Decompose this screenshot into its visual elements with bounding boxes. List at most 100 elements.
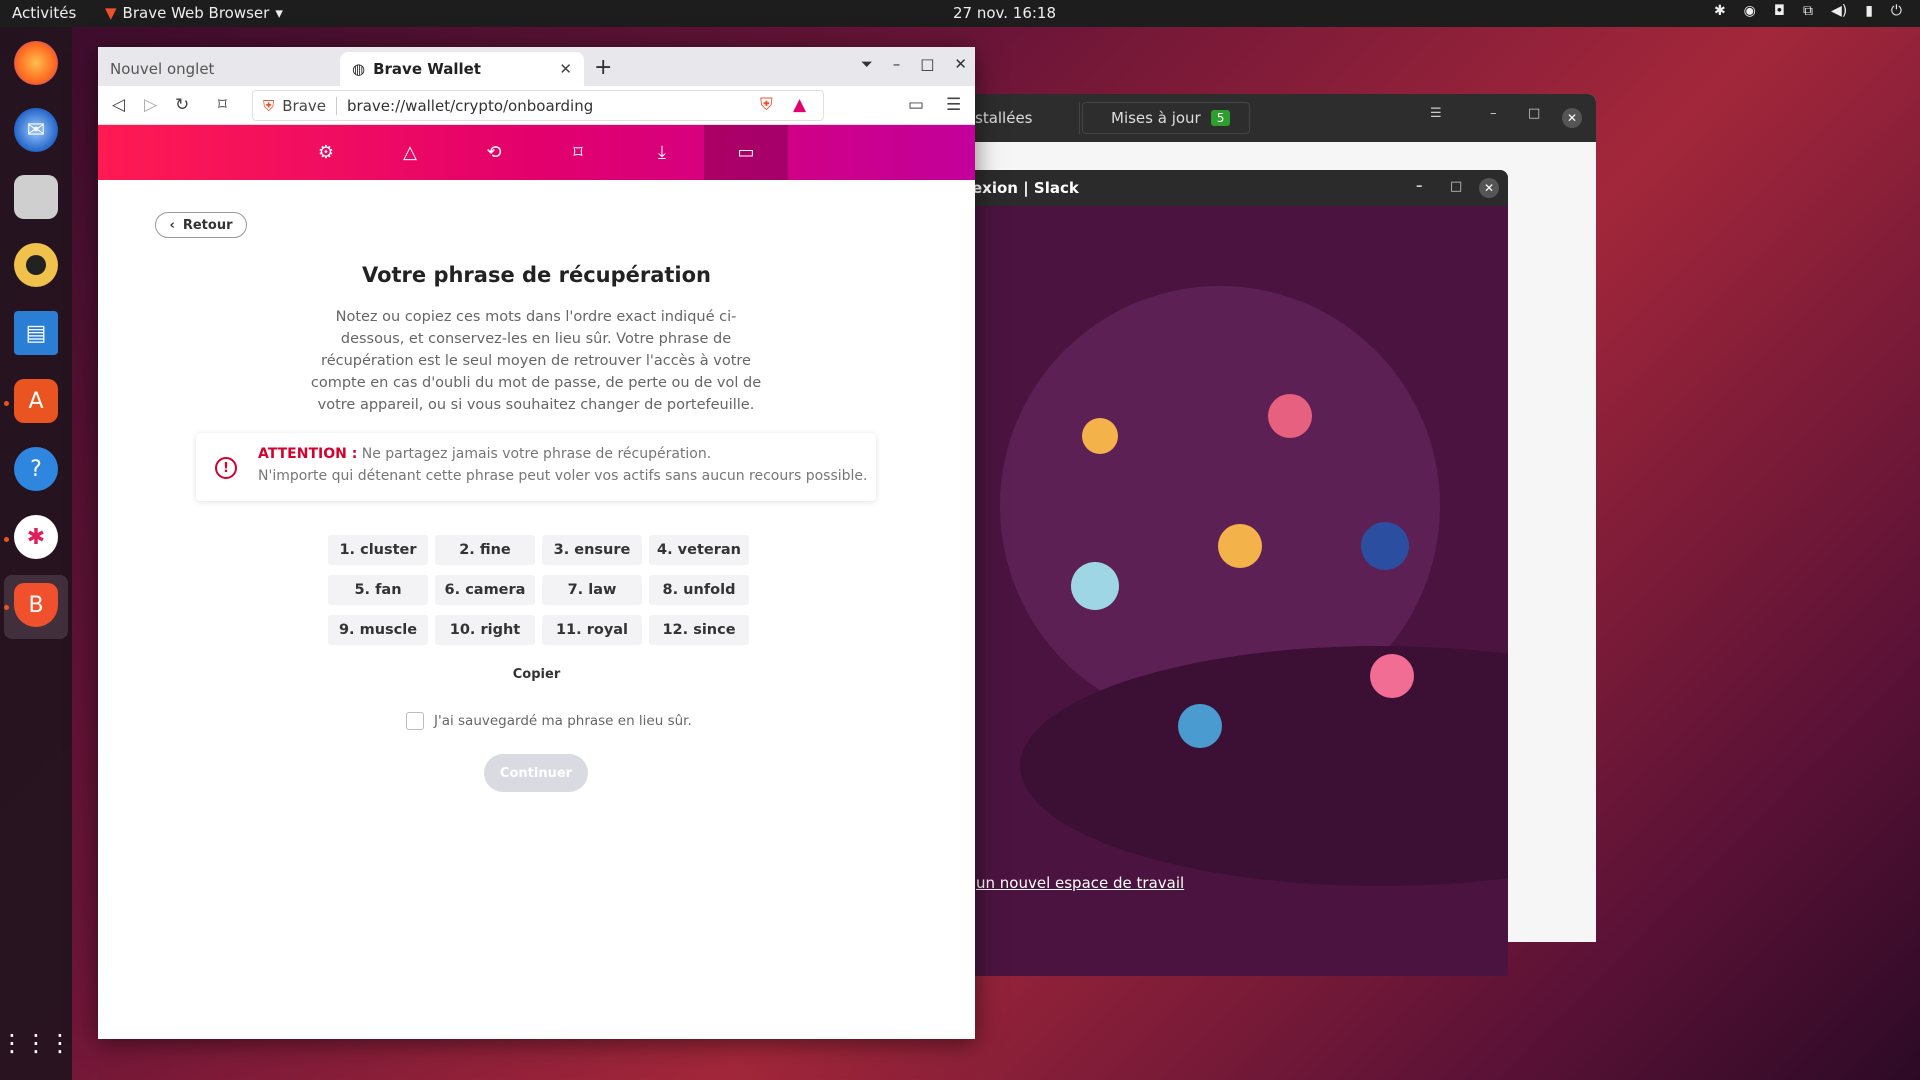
page-title: Votre phrase de récupération (361, 263, 712, 287)
slack-icon[interactable]: ✱ (14, 515, 58, 559)
history-icon[interactable]: ⟲ (452, 125, 536, 180)
main-menu-icon[interactable]: ☰ (946, 95, 961, 115)
new-workspace-link[interactable]: un nouvel espace de travail (976, 874, 1184, 892)
recovery-word: 5. fan (328, 575, 428, 605)
network-icon[interactable]: ⧉ (1803, 3, 1813, 19)
maximize-icon[interactable]: □ (1528, 106, 1540, 121)
close-icon[interactable]: ✕ (1562, 108, 1582, 128)
system-tray[interactable]: ✱ ◉ ◘ ⧉ ◀) ▮ ⏻ (1714, 3, 1902, 19)
back-button[interactable]: ‹ Retour (155, 212, 247, 238)
forward-icon[interactable]: ▷ (144, 95, 157, 115)
recovery-word: 12. since (649, 615, 749, 645)
page-description: Notez ou copiez ces mots dans l'ordre ex… (310, 309, 762, 413)
slack-tray-icon[interactable]: ✱ (1714, 3, 1726, 19)
confirm-checkbox[interactable] (406, 712, 424, 730)
warning-line-2: N'importe qui détenant cette phrase peut… (258, 468, 868, 484)
thunderbird-icon[interactable]: ✉ (14, 108, 58, 152)
clock[interactable]: 27 nov. 16:18 (953, 4, 1056, 22)
confirm-label: J'ai sauvegardé ma phrase en lieu sûr. (434, 713, 692, 729)
running-indicator (4, 537, 9, 542)
tab-updates-label: Mises à jour (1111, 109, 1201, 127)
brave-lion-icon: ▼ (105, 4, 117, 22)
rhythmbox-icon[interactable] (14, 243, 58, 287)
slack-window: exion | Slack – □ ✕ un nouvel espace de … (960, 170, 1508, 976)
minimize-icon[interactable]: – (893, 55, 901, 73)
brave-shield-icon: ⛨ (263, 96, 275, 115)
recovery-word: 3. ensure (542, 535, 642, 565)
close-icon[interactable]: ✕ (954, 55, 967, 73)
recovery-word: 2. fine (435, 535, 535, 565)
wallet-toolbar-icon[interactable]: ▭ (908, 95, 924, 115)
running-indicator (4, 605, 9, 610)
confirm-row[interactable]: J'ai sauvegardé ma phrase en lieu sûr. (406, 712, 692, 730)
chevron-left-icon: ‹ (169, 217, 175, 233)
minimize-icon[interactable]: – (1490, 106, 1497, 121)
reload-icon[interactable]: ↻ (175, 95, 189, 115)
alert-icon: ! (215, 457, 237, 479)
tab-strip: Nouvel onglet ◍ Brave Wallet ✕ + ⏷ – □ ✕ (98, 47, 975, 86)
app-menu-label: Brave Web Browser (122, 4, 270, 22)
tab-search-icon[interactable]: ⏷ (861, 55, 873, 73)
recovery-word: 1. cluster (328, 535, 428, 565)
settings-icon[interactable]: ⚙ (284, 125, 368, 180)
chat-tray-icon[interactable]: ◘ (1774, 3, 1785, 19)
maximize-icon[interactable]: □ (920, 55, 934, 73)
menu-icon[interactable]: ☰ (1430, 106, 1442, 121)
brave-shields-icon[interactable]: ⛨ (760, 95, 773, 115)
firefox-icon[interactable] (14, 41, 58, 85)
bookmark-icon[interactable]: ⌑ (218, 95, 227, 115)
globe-icon: ◍ (352, 60, 366, 78)
wallet-nav-bar: ⚙ △ ⟲ ⌑ ⤓ ▭ (98, 125, 975, 180)
updates-count-badge: 5 (1210, 110, 1231, 126)
tab-updates[interactable]: Mises à jour 5 (1082, 102, 1250, 134)
help-icon[interactable]: ? (14, 447, 58, 491)
downloads-icon[interactable]: ⤓ (620, 125, 704, 180)
tab-new-tab[interactable]: Nouvel onglet (98, 52, 340, 86)
window-controls: ⏷ – □ ✕ (861, 55, 967, 73)
apps-grid-icon[interactable]: ⋮⋮⋮ (0, 1021, 72, 1065)
tab-title: Brave Wallet (373, 60, 481, 78)
slack-titlebar: exion | Slack – □ ✕ (960, 170, 1508, 206)
recovery-word: 11. royal (542, 615, 642, 645)
copy-button[interactable]: Copier (98, 667, 975, 682)
wallet-icon[interactable]: ▭ (704, 125, 788, 180)
maximize-icon[interactable]: □ (1450, 179, 1462, 194)
url-text[interactable]: brave://wallet/crypto/onboarding (337, 97, 593, 115)
rewards-icon[interactable]: △ (368, 125, 452, 180)
tab-installed[interactable]: stallées (960, 102, 1080, 134)
site-chip-label: Brave (282, 96, 327, 115)
power-menu-icon[interactable]: ⏻ (1891, 3, 1902, 19)
app-menu[interactable]: ▼ Brave Web Browser ▾ (105, 4, 283, 22)
close-icon[interactable]: ✕ (1479, 178, 1499, 198)
battery-icon[interactable]: ▮ (1865, 3, 1873, 19)
warning-label: ATTENTION : (258, 446, 358, 462)
minimize-icon[interactable]: – (1416, 179, 1423, 194)
top-bar: Activités ▼ Brave Web Browser ▾ 27 nov. … (0, 0, 1920, 27)
recovery-word: 10. right (435, 615, 535, 645)
recovery-word: 8. unfold (649, 575, 749, 605)
back-icon[interactable]: ◁ (112, 95, 125, 115)
files-icon[interactable] (14, 175, 58, 219)
writer-icon[interactable]: ▤ (14, 311, 58, 355)
volume-icon[interactable]: ◀) (1831, 3, 1847, 19)
close-tab-icon[interactable]: ✕ (559, 60, 572, 78)
address-bar[interactable]: ⛨ Brave brave://wallet/crypto/onboarding (252, 90, 824, 121)
continue-button[interactable]: Continuer (484, 754, 588, 792)
brave-icon[interactable]: B (14, 583, 58, 627)
app-center-icon[interactable]: A (14, 379, 58, 423)
bookmarks-icon[interactable]: ⌑ (536, 125, 620, 180)
activities-button[interactable]: Activités (12, 4, 76, 22)
site-chip[interactable]: ⛨ Brave (253, 96, 338, 115)
back-button-label: Retour (182, 217, 233, 233)
chevron-down-icon: ▾ (275, 4, 283, 22)
brave-browser-window: Nouvel onglet ◍ Brave Wallet ✕ + ⏷ – □ ✕… (98, 47, 975, 1039)
dock: ✉ ▤ A ? ✱ B ⋮⋮⋮ (0, 27, 72, 1080)
wallet-content: ‹ Retour Votre phrase de récupération No… (98, 180, 975, 1039)
warning-text-1: Ne partagez jamais votre phrase de récup… (357, 446, 712, 462)
new-tab-button[interactable]: + (594, 55, 612, 80)
running-indicator (4, 401, 9, 406)
world-illustration (1000, 286, 1508, 886)
discord-tray-icon[interactable]: ◉ (1744, 3, 1756, 19)
tab-brave-wallet[interactable]: ◍ Brave Wallet ✕ (340, 52, 584, 86)
brave-rewards-icon[interactable]: ▲ (793, 95, 806, 115)
